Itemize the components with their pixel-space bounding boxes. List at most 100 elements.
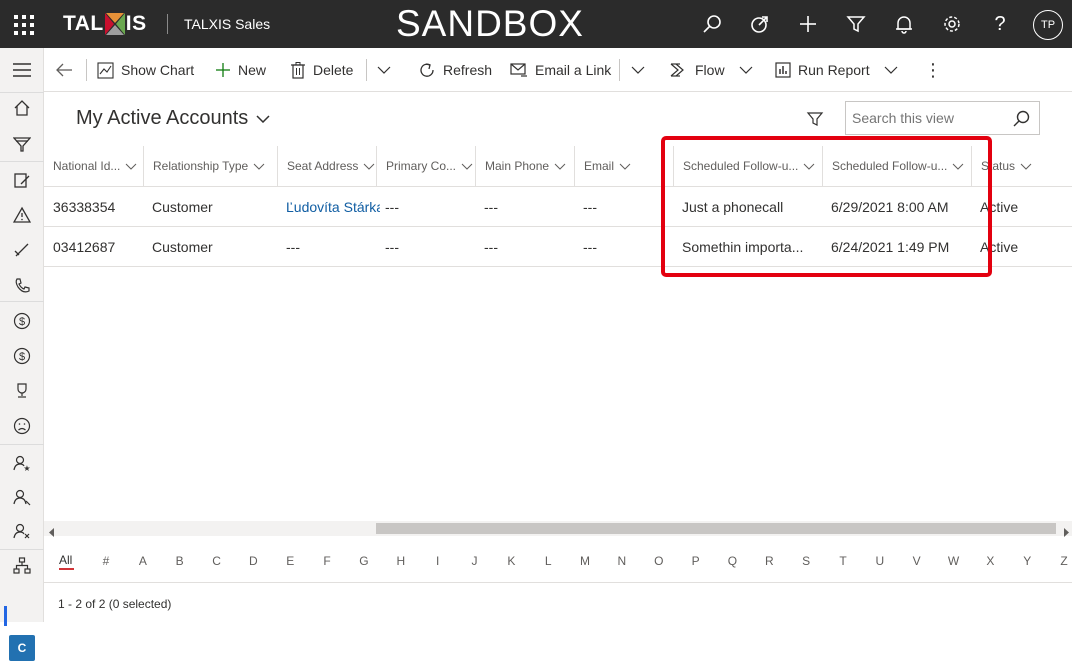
jump-letter[interactable]: Z bbox=[1057, 554, 1071, 568]
contact-icon[interactable] bbox=[10, 485, 34, 509]
column-header[interactable]: National Id... bbox=[44, 146, 144, 186]
jump-letter[interactable]: Q bbox=[725, 554, 739, 568]
jump-letter[interactable]: K bbox=[504, 554, 518, 568]
show-chart-button[interactable]: Show Chart bbox=[97, 48, 194, 92]
table-cell: Active bbox=[980, 199, 1019, 215]
app-name[interactable]: TALXIS Sales bbox=[184, 16, 270, 32]
hamburger-menu-icon[interactable] bbox=[10, 58, 34, 82]
delete-label: Delete bbox=[313, 62, 354, 78]
left-navigation: $ $ ★ C bbox=[0, 48, 44, 661]
jump-letter[interactable]: V bbox=[910, 554, 924, 568]
jump-letter[interactable]: O bbox=[652, 554, 666, 568]
jump-letter[interactable]: B bbox=[173, 554, 187, 568]
column-header[interactable]: Relationship Type bbox=[144, 146, 278, 186]
plus-icon[interactable] bbox=[796, 12, 820, 36]
dollar-circle-icon[interactable]: $ bbox=[10, 309, 34, 333]
sad-face-icon[interactable] bbox=[10, 414, 34, 438]
help-icon[interactable]: ? bbox=[988, 12, 1012, 36]
overflow-more-icon[interactable]: ⋮ bbox=[924, 48, 942, 92]
seat-address-link[interactable]: Ľudovíta Stárka bbox=[277, 187, 380, 227]
delete-button[interactable]: Delete bbox=[290, 48, 353, 92]
jump-all[interactable]: All bbox=[59, 553, 72, 567]
jump-letter[interactable]: X bbox=[983, 554, 997, 568]
top-bar: TAL IS TALXIS Sales SANDBOX ? TP bbox=[0, 0, 1072, 48]
jump-letter[interactable]: N bbox=[615, 554, 629, 568]
email-a-link-button[interactable]: Email a Link bbox=[510, 48, 611, 92]
horizontal-scrollbar-thumb[interactable] bbox=[376, 523, 1056, 534]
table-cell: --- bbox=[484, 239, 498, 255]
table-cell: 6/29/2021 8:00 AM bbox=[831, 199, 949, 215]
edit-list-icon[interactable] bbox=[10, 168, 34, 192]
column-header-label: Seat Address bbox=[287, 159, 359, 173]
show-chart-label: Show Chart bbox=[121, 62, 195, 78]
jump-letter[interactable]: C bbox=[210, 554, 224, 568]
notification-bell-icon[interactable] bbox=[892, 12, 916, 36]
jump-letter[interactable]: F bbox=[320, 554, 334, 568]
nav-divider bbox=[0, 549, 44, 550]
email-link-dropdown-chevron-icon[interactable] bbox=[631, 48, 652, 92]
hierarchy-icon[interactable] bbox=[10, 554, 34, 578]
jump-letter[interactable]: S bbox=[799, 554, 813, 568]
run-report-button[interactable]: Run Report bbox=[775, 48, 905, 92]
column-header-label: Status bbox=[981, 159, 1016, 173]
plus-icon bbox=[216, 63, 230, 77]
jump-all-underline bbox=[59, 568, 74, 570]
page-title: My Active Accounts bbox=[76, 107, 249, 129]
search-input[interactable] bbox=[852, 110, 1012, 126]
funnel-icon[interactable] bbox=[10, 132, 34, 156]
search-icon[interactable] bbox=[1013, 110, 1030, 132]
jump-letter[interactable]: W bbox=[947, 554, 961, 568]
settings-gear-icon[interactable] bbox=[940, 12, 964, 36]
jump-letter[interactable]: M bbox=[578, 554, 592, 568]
scroll-left-arrow-icon[interactable] bbox=[48, 524, 56, 542]
jump-letter[interactable]: J bbox=[468, 554, 482, 568]
checkmark-pen-icon[interactable] bbox=[10, 238, 34, 262]
contact-star-icon[interactable]: ★ bbox=[10, 451, 34, 475]
jump-letter[interactable]: L bbox=[541, 554, 555, 568]
column-header[interactable]: Email bbox=[575, 146, 674, 186]
scroll-right-arrow-icon[interactable] bbox=[1062, 524, 1070, 542]
jump-letter[interactable]: Y bbox=[1020, 554, 1034, 568]
column-header[interactable]: Main Phone bbox=[476, 146, 575, 186]
column-header-label: Scheduled Follow-u... bbox=[832, 159, 948, 173]
flow-button[interactable]: Flow bbox=[670, 48, 760, 92]
home-icon[interactable] bbox=[10, 96, 34, 120]
area-switcher-badge[interactable]: C bbox=[9, 635, 35, 661]
search-this-view-box[interactable] bbox=[845, 101, 1040, 135]
jump-letter[interactable]: R bbox=[762, 554, 776, 568]
column-header[interactable]: Scheduled Follow-u... bbox=[674, 146, 823, 186]
column-header[interactable]: Scheduled Follow-u... bbox=[823, 146, 972, 186]
column-header[interactable]: Status bbox=[972, 146, 1072, 186]
jump-letter[interactable]: I bbox=[431, 554, 445, 568]
column-header[interactable]: Primary Co... bbox=[377, 146, 476, 186]
phone-icon[interactable] bbox=[10, 274, 34, 298]
jump-letter[interactable]: T bbox=[836, 554, 850, 568]
dollar-circle-icon[interactable]: $ bbox=[10, 344, 34, 368]
contact-x-icon[interactable] bbox=[10, 519, 34, 543]
search-icon[interactable] bbox=[700, 12, 724, 36]
chevron-down-icon bbox=[884, 66, 898, 74]
warning-icon[interactable] bbox=[10, 203, 34, 227]
refresh-button[interactable]: Refresh bbox=[418, 48, 492, 92]
back-button[interactable] bbox=[55, 48, 80, 92]
trophy-icon[interactable] bbox=[10, 379, 34, 403]
jump-letter[interactable]: D bbox=[246, 554, 260, 568]
user-avatar[interactable]: TP bbox=[1033, 10, 1063, 40]
jump-letter[interactable]: E bbox=[283, 554, 297, 568]
more-commands-chevron-icon[interactable] bbox=[377, 48, 398, 92]
column-header[interactable]: Seat Address bbox=[278, 146, 377, 186]
new-button[interactable]: New bbox=[215, 48, 266, 92]
filter-icon[interactable] bbox=[844, 12, 868, 36]
filter-icon[interactable] bbox=[806, 110, 824, 133]
jump-letter[interactable]: G bbox=[357, 554, 371, 568]
jump-letter[interactable]: U bbox=[873, 554, 887, 568]
target-arrow-icon[interactable] bbox=[748, 12, 772, 36]
view-selector[interactable]: My Active Accounts bbox=[76, 107, 270, 130]
jump-letter[interactable]: # bbox=[99, 554, 113, 568]
nav-divider bbox=[0, 92, 44, 93]
talxis-logo[interactable]: TAL IS bbox=[63, 11, 147, 37]
jump-letter[interactable]: H bbox=[394, 554, 408, 568]
jump-letter[interactable]: P bbox=[689, 554, 703, 568]
jump-letter[interactable]: A bbox=[136, 554, 150, 568]
app-launcher-icon[interactable] bbox=[12, 13, 34, 35]
